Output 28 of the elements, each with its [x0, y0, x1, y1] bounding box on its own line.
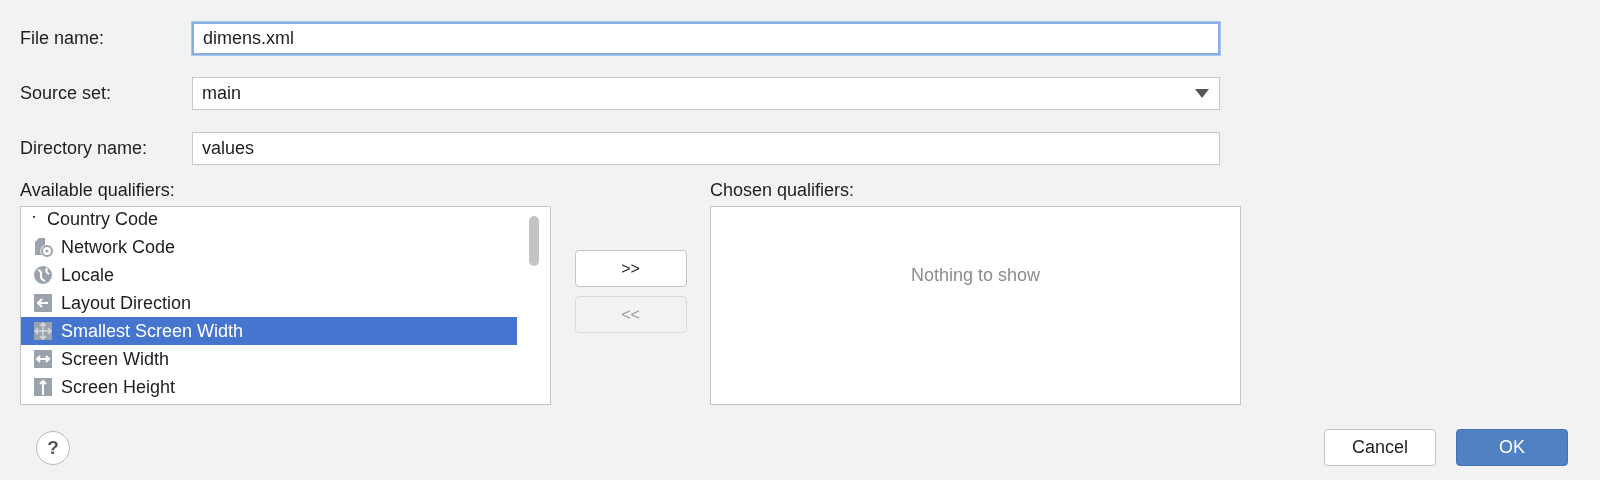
input-field[interactable]: dimens.xml — [192, 22, 1220, 55]
caret-icon — [1195, 89, 1209, 98]
qualifier-icon — [33, 321, 53, 341]
field-label: Directory name: — [20, 138, 149, 159]
ok-button[interactable]: OK — [1456, 429, 1568, 466]
section-label: Available qualifiers: — [20, 180, 176, 202]
list-item[interactable]: Smallest Screen Width — [21, 317, 517, 345]
input-field[interactable]: values — [192, 132, 1220, 165]
dropdown[interactable]: main — [192, 77, 1220, 110]
help-button[interactable]: ? — [36, 430, 70, 465]
qualifier-icon — [33, 349, 53, 369]
list-item[interactable]: Locale — [21, 261, 517, 289]
field-label: Source set: — [20, 83, 113, 104]
move-button[interactable]: >> — [574, 250, 687, 287]
field-label: File name: — [20, 28, 106, 49]
qualifier-icon — [33, 237, 53, 257]
list-item[interactable]: Layout Direction — [21, 289, 517, 317]
section-label: Chosen qualifiers: — [710, 180, 856, 202]
scrollbar-thumb[interactable] — [529, 216, 539, 266]
empty-message: Nothing to show — [910, 265, 1041, 286]
qualifier-icon — [33, 377, 53, 397]
list-item[interactable]: Screen Width — [21, 345, 517, 373]
list-item[interactable]: Screen Height — [21, 373, 517, 401]
globe-icon — [33, 265, 53, 285]
list-item[interactable]: Network Code — [21, 233, 517, 261]
list-item[interactable]: Country Code — [21, 207, 517, 233]
qualifier-icon — [33, 293, 53, 313]
cancel-button[interactable]: Cancel — [1324, 429, 1436, 466]
